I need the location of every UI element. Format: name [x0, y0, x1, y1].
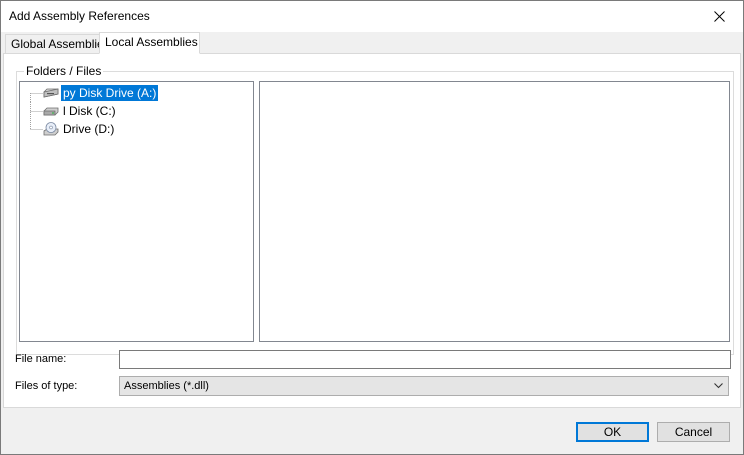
cancel-button[interactable]: Cancel — [657, 422, 730, 442]
files-of-type-label: Files of type: — [15, 380, 78, 392]
file-name-input[interactable] — [119, 350, 731, 369]
files-of-type-select[interactable]: Assemblies (*.dll) — [119, 376, 729, 396]
title-bar: Add Assembly References — [1, 1, 743, 32]
tree-item-local-disk[interactable]: l Disk (C:) — [20, 102, 250, 120]
chevron-down-icon — [714, 383, 723, 389]
cd-drive-icon — [43, 122, 59, 136]
folders-files-group: Folders / Files py Disk Drive (A:) l Dis… — [16, 64, 734, 355]
tree-item-label: l Disk (C:) — [63, 104, 116, 118]
hard-disk-icon — [43, 107, 59, 116]
ok-button[interactable]: OK — [576, 422, 649, 442]
files-of-type-value: Assemblies (*.dll) — [124, 380, 209, 392]
window-title: Add Assembly References — [9, 9, 150, 23]
tree-item-label: Drive (D:) — [63, 122, 115, 136]
add-assembly-references-dialog: Add Assembly References Global Assemblie… — [0, 0, 744, 455]
tab-local-assemblies[interactable]: Local Assemblies — [99, 32, 200, 54]
local-assemblies-panel: Folders / Files py Disk Drive (A:) l Dis… — [3, 53, 741, 408]
file-list[interactable] — [259, 81, 730, 342]
group-label: Folders / Files — [24, 64, 104, 78]
tree-item-cd-drive[interactable]: Drive (D:) — [20, 120, 250, 138]
tab-strip: Global Assemblies Local Assemblies — [3, 32, 741, 54]
close-icon — [714, 11, 725, 22]
file-name-label: File name: — [15, 353, 67, 365]
close-button[interactable] — [697, 1, 743, 32]
tree-item-label: py Disk Drive (A:) — [61, 85, 159, 101]
tab-label: Global Assemblies — [11, 37, 110, 51]
folder-tree[interactable]: py Disk Drive (A:) l Disk (C:) Drive (D:… — [19, 81, 254, 342]
floppy-drive-icon — [43, 88, 59, 98]
tree-item-floppy-drive[interactable]: py Disk Drive (A:) — [20, 84, 250, 102]
tab-global-assemblies[interactable]: Global Assemblies — [5, 34, 110, 53]
tab-label: Local Assemblies — [105, 35, 198, 49]
